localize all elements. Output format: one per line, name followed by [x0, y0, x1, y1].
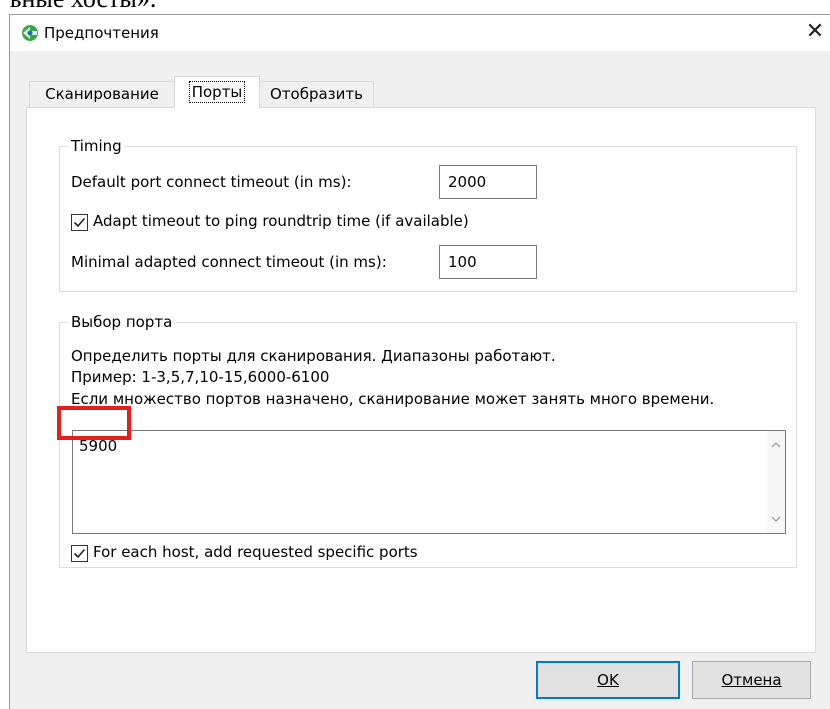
- min-timeout-input[interactable]: 100: [439, 245, 537, 279]
- app-logo-icon: [22, 25, 38, 41]
- ports-textarea[interactable]: 5900: [72, 430, 786, 534]
- ok-button-label: OK: [597, 671, 619, 689]
- tab-display[interactable]: Отобразить: [259, 81, 374, 107]
- port-highlight-annotation: [57, 406, 131, 440]
- port-description-line3: Если множество портов назначено, сканиро…: [71, 390, 715, 408]
- preferences-dialog: Предпочтения ✕ Сканирование Порты Отобра…: [9, 14, 830, 709]
- port-selection-group: Выбор порта Определить порты для сканиро…: [59, 312, 797, 568]
- timing-group-title: Timing: [68, 136, 125, 156]
- tab-ports-label: Порты: [188, 81, 246, 103]
- title-bar: Предпочтения ✕: [10, 15, 830, 51]
- timing-group: Timing Default port connect timeout (in …: [59, 136, 797, 292]
- port-description-line2: Пример: 1-3,5,7,10-15,6000-6100: [71, 368, 330, 386]
- adapt-timeout-checkbox[interactable]: [71, 214, 88, 231]
- cancel-button-label: Отмена: [721, 671, 782, 689]
- chevron-down-icon[interactable]: [770, 513, 782, 525]
- close-icon[interactable]: ✕: [802, 19, 828, 47]
- add-requested-ports-label: For each host, add requested specific po…: [93, 543, 418, 561]
- document-text-fragment: ъные хосты».: [0, 0, 830, 14]
- min-timeout-label: Minimal adapted connect timeout (in ms):: [71, 253, 387, 271]
- ports-tab-panel: Timing Default port connect timeout (in …: [26, 107, 816, 653]
- connect-timeout-label: Default port connect timeout (in ms):: [71, 173, 352, 191]
- ports-scrollbar[interactable]: [767, 431, 785, 533]
- adapt-timeout-label: Adapt timeout to ping roundtrip time (if…: [93, 212, 469, 230]
- document-fragment-text: ъные хосты».: [8, 0, 156, 12]
- connect-timeout-input[interactable]: 2000: [439, 165, 537, 199]
- ok-button[interactable]: OK: [536, 661, 680, 699]
- window-title: Предпочтения: [44, 24, 159, 42]
- port-description-line1: Определить порты для сканирования. Диапа…: [71, 347, 556, 365]
- tab-display-label: Отобразить: [270, 85, 363, 103]
- tab-ports[interactable]: Порты: [174, 76, 260, 108]
- cancel-button[interactable]: Отмена: [692, 661, 811, 699]
- checkmark-icon: [73, 217, 86, 228]
- tab-scanning-label: Сканирование: [45, 85, 159, 103]
- port-selection-group-title: Выбор порта: [68, 312, 176, 332]
- add-requested-ports-checkbox[interactable]: [71, 545, 88, 562]
- tab-scanning[interactable]: Сканирование: [29, 81, 175, 107]
- chevron-up-icon[interactable]: [770, 439, 782, 451]
- checkmark-icon: [73, 548, 86, 559]
